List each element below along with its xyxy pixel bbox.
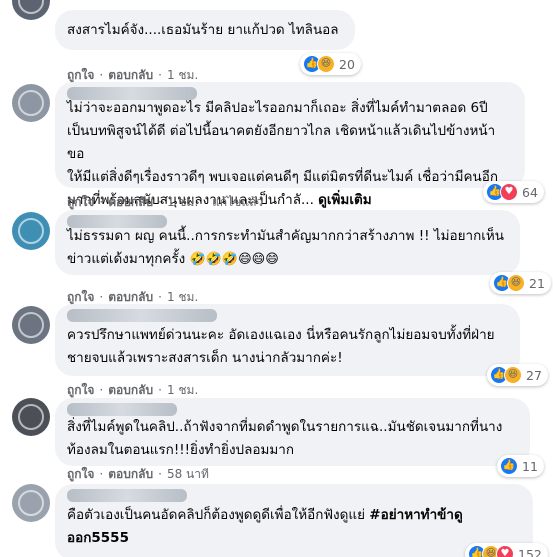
love-icon: ♥ <box>500 183 518 201</box>
haha-icon: 😆 <box>504 366 522 384</box>
comment-text: สิ่งที่ไมค์พูดในคลิป..ถ้าฟังจากที่มดดำพู… <box>67 419 503 458</box>
comment-bubble: สิ่งที่ไมค์พูดในคลิป..ถ้าฟังจากที่มดดำพู… <box>55 398 530 466</box>
comment-emojis: 🤣🤣🤣😄😄😄 <box>189 252 279 267</box>
love-icon: ♥ <box>496 545 514 557</box>
comment-text: คือตัวเองเป็นคนอัดคลิปก็ต้องพูดดูดีเพื่อ… <box>67 507 370 523</box>
reaction-count: 152 <box>518 546 542 557</box>
reaction-count: 11 <box>522 458 538 474</box>
comment-bubble: ควรปรึกษาแพทย์ด่วนนะคะ อัดเองแฉเอง นี่หร… <box>55 304 520 376</box>
comment-actions: ถูกใจ · ตอบกลับ · 58 นาที <box>67 465 209 484</box>
reaction-count: 20 <box>339 56 355 72</box>
reaction-summary[interactable]: 👍 😆 ♥ 152 <box>465 543 548 557</box>
reaction-count: 64 <box>522 184 538 200</box>
haha-icon: 😆 <box>507 274 525 292</box>
author-name[interactable] <box>67 309 217 322</box>
comment-text: ควรปรึกษาแพทย์ด่วนนะคะ อัดเองแฉเอง นี่หร… <box>67 327 495 366</box>
author-name[interactable] <box>67 403 177 416</box>
reaction-count: 21 <box>529 275 545 291</box>
see-more-link[interactable]: ดูเพิ่มเติม <box>318 192 371 208</box>
comment-bubble: ไม่ธรรมดา ผญ คนนี้..การกระทำมันสำคัญมากก… <box>55 210 520 275</box>
haha-icon: 😆 <box>317 55 335 73</box>
avatar[interactable] <box>12 398 50 436</box>
reply-button[interactable]: ตอบกลับ <box>108 465 153 484</box>
comment-bubble: สงสารไมค์จัง....เธอมันร้าย ยาแก้ปวด ไทลิ… <box>55 10 355 50</box>
reaction-summary[interactable]: 👍 😆 21 <box>490 272 551 294</box>
author-name[interactable] <box>67 87 197 100</box>
author-name[interactable] <box>67 215 167 228</box>
reaction-summary[interactable]: 👍 😆 20 <box>300 53 361 75</box>
reaction-count: 27 <box>526 367 542 383</box>
comment-text: ไม่ว่าจะออกมาพูดอะไร มีคลิปอะไรออกมาก็เถ… <box>67 100 499 208</box>
comment-text: สงสารไมค์จัง....เธอมันร้าย ยาแก้ปวด ไทลิ… <box>67 22 339 38</box>
reaction-summary[interactable]: 👍 😆 27 <box>487 364 548 386</box>
avatar[interactable] <box>12 306 50 344</box>
avatar[interactable] <box>12 84 50 122</box>
avatar[interactable] <box>12 212 50 250</box>
avatar[interactable] <box>12 0 50 20</box>
timestamp[interactable]: 58 นาที <box>167 465 209 484</box>
comment-bubble: คือตัวเองเป็นคนอัดคลิปก็ต้องพูดดูดีเพื่อ… <box>55 484 533 557</box>
comment-bubble: ไม่ว่าจะออกมาพูดอะไร มีคลิปอะไรออกมาก็เถ… <box>55 82 525 208</box>
reaction-summary[interactable]: 👍 11 <box>497 455 544 477</box>
comment-text: ไม่ธรรมดา ผญ คนนี้..การกระทำมันสำคัญมากก… <box>67 228 505 267</box>
avatar[interactable] <box>12 484 50 522</box>
reaction-summary[interactable]: 👍 ♥ 64 <box>483 181 544 203</box>
author-name[interactable] <box>67 489 187 502</box>
like-icon: 👍 <box>500 457 518 475</box>
like-button[interactable]: ถูกใจ <box>67 465 94 484</box>
